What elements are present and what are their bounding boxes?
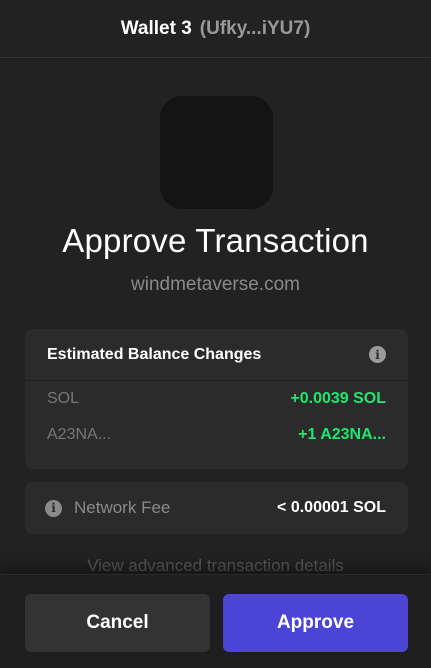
- info-icon[interactable]: i: [45, 499, 62, 517]
- advanced-details-link[interactable]: View advanced transaction details: [0, 556, 431, 576]
- dapp-icon: [160, 96, 273, 209]
- balance-changes-card: Estimated Balance Changes i SOL +0.0039 …: [25, 329, 408, 469]
- network-fee-label: Network Fee: [74, 498, 171, 517]
- network-fee-value: < 0.00001 SOL: [277, 499, 386, 516]
- info-icon[interactable]: i: [369, 346, 386, 363]
- balance-asset: A23NA...: [47, 426, 112, 443]
- balance-row: A23NA... +1 A23NA...: [25, 417, 408, 453]
- action-footer: Cancel Approve: [0, 574, 431, 668]
- balance-asset: SOL: [47, 390, 80, 407]
- balance-changes-heading: Estimated Balance Changes: [47, 345, 262, 363]
- wallet-header: Wallet 3 (Ufky...iYU7): [0, 0, 431, 58]
- request-origin: windmetaverse.com: [131, 274, 300, 295]
- cancel-button[interactable]: Cancel: [25, 594, 210, 652]
- wallet-name: Wallet 3: [120, 17, 192, 39]
- wallet-address: (Ufky...iYU7): [199, 17, 311, 39]
- balance-change: +0.0039 SOL: [290, 390, 386, 407]
- network-fee-label-group: i Network Fee: [45, 498, 170, 518]
- balance-changes-header: Estimated Balance Changes i: [25, 329, 408, 381]
- balance-change: +1 A23NA...: [298, 426, 386, 443]
- balance-row: SOL +0.0039 SOL: [25, 381, 408, 417]
- approve-button[interactable]: Approve: [223, 594, 408, 652]
- page-title: Approve Transaction: [62, 222, 369, 259]
- network-fee-card: i Network Fee < 0.00001 SOL: [25, 482, 408, 534]
